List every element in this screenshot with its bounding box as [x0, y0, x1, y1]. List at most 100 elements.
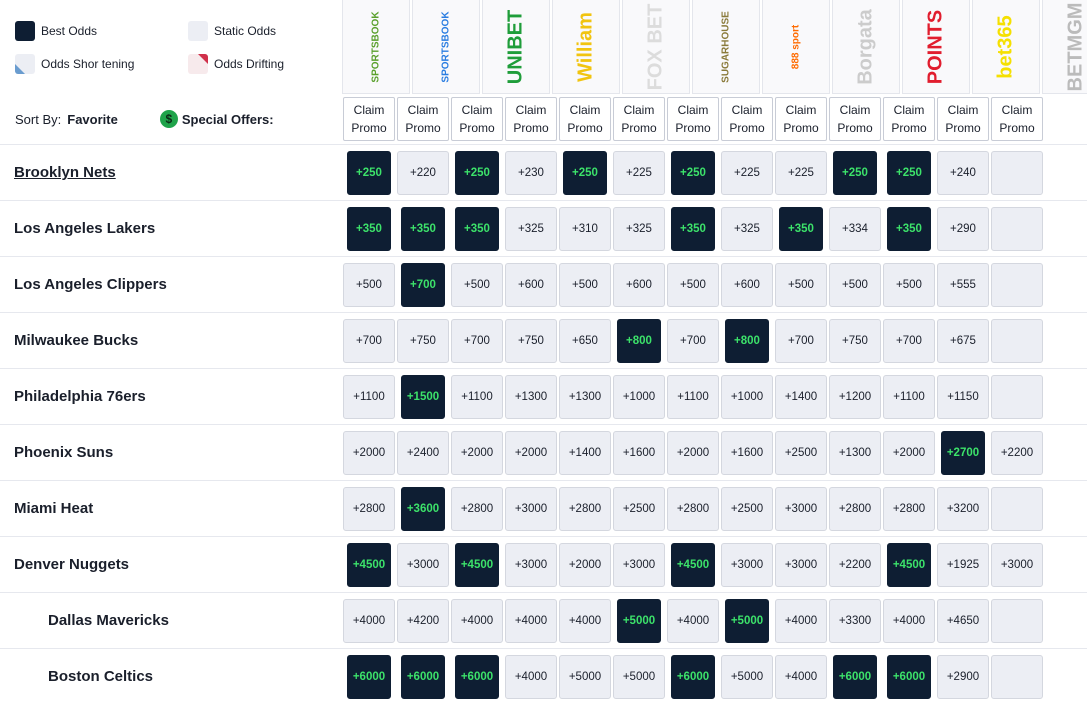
odds-cell[interactable]: +325 — [505, 206, 557, 251]
claim-promo-button[interactable]: Claim Promo — [991, 97, 1043, 141]
claim-promo-button[interactable]: Claim Promo — [451, 97, 503, 141]
claim-promo-button[interactable]: Claim Promo — [775, 97, 827, 141]
odds-cell[interactable] — [991, 486, 1043, 531]
odds-cell[interactable]: +650 — [559, 318, 611, 363]
odds-cell[interactable]: +4000 — [883, 598, 935, 643]
best-odds-cell[interactable]: +350 — [671, 206, 715, 251]
best-odds-cell[interactable]: +250 — [347, 150, 391, 195]
sportsbook-logo[interactable]: BETMGM — [1042, 0, 1087, 94]
best-odds-cell[interactable]: +4500 — [347, 542, 391, 587]
odds-cell[interactable]: +4000 — [451, 598, 503, 643]
odds-cell[interactable]: +1100 — [883, 374, 935, 419]
odds-cell[interactable]: +500 — [829, 262, 881, 307]
odds-cell[interactable]: +3000 — [397, 542, 449, 587]
odds-cell[interactable]: +3000 — [775, 486, 827, 531]
team-name[interactable]: Brooklyn Nets — [0, 164, 343, 181]
odds-cell[interactable] — [991, 150, 1043, 195]
best-odds-cell[interactable]: +350 — [887, 206, 931, 251]
odds-cell[interactable]: +4000 — [505, 654, 557, 699]
odds-cell[interactable]: +3200 — [937, 486, 989, 531]
best-odds-cell[interactable]: +250 — [887, 150, 931, 195]
claim-promo-button[interactable]: Claim Promo — [343, 97, 395, 141]
odds-cell[interactable]: +290 — [937, 206, 989, 251]
odds-cell[interactable] — [991, 318, 1043, 363]
odds-cell[interactable]: +2000 — [883, 430, 935, 475]
claim-promo-button[interactable]: Claim Promo — [397, 97, 449, 141]
best-odds-cell[interactable]: +1500 — [401, 374, 445, 419]
odds-cell[interactable]: +2800 — [883, 486, 935, 531]
best-odds-cell[interactable]: +2700 — [941, 430, 985, 475]
best-odds-cell[interactable]: +800 — [617, 318, 661, 363]
odds-cell[interactable]: +5000 — [721, 654, 773, 699]
sportsbook-logo[interactable]: 888 sport — [762, 0, 830, 94]
odds-cell[interactable]: +700 — [451, 318, 503, 363]
odds-cell[interactable]: +5000 — [559, 654, 611, 699]
odds-cell[interactable]: +4650 — [937, 598, 989, 643]
odds-cell[interactable]: +325 — [613, 206, 665, 251]
odds-cell[interactable]: +1600 — [721, 430, 773, 475]
odds-cell[interactable]: +4000 — [343, 598, 395, 643]
odds-cell[interactable]: +2800 — [829, 486, 881, 531]
odds-cell[interactable] — [991, 206, 1043, 251]
odds-cell[interactable]: +225 — [613, 150, 665, 195]
odds-cell[interactable]: +1925 — [937, 542, 989, 587]
odds-cell[interactable]: +500 — [559, 262, 611, 307]
sportsbook-logo[interactable]: bet365 — [972, 0, 1040, 94]
odds-cell[interactable]: +2000 — [451, 430, 503, 475]
best-odds-cell[interactable]: +250 — [671, 150, 715, 195]
best-odds-cell[interactable]: +5000 — [617, 598, 661, 643]
odds-cell[interactable]: +750 — [829, 318, 881, 363]
odds-cell[interactable]: +555 — [937, 262, 989, 307]
odds-cell[interactable]: +1000 — [613, 374, 665, 419]
odds-cell[interactable]: +2800 — [559, 486, 611, 531]
sportsbook-logo[interactable]: UNIBET — [482, 0, 550, 94]
sportsbook-logo[interactable]: POINTS — [902, 0, 970, 94]
odds-cell[interactable]: +325 — [721, 206, 773, 251]
odds-cell[interactable]: +230 — [505, 150, 557, 195]
odds-cell[interactable]: +1400 — [775, 374, 827, 419]
odds-cell[interactable]: +5000 — [613, 654, 665, 699]
odds-cell[interactable]: +4000 — [559, 598, 611, 643]
odds-cell[interactable]: +600 — [505, 262, 557, 307]
odds-cell[interactable]: +2800 — [451, 486, 503, 531]
claim-promo-button[interactable]: Claim Promo — [937, 97, 989, 141]
odds-cell[interactable]: +750 — [505, 318, 557, 363]
odds-cell[interactable]: +4000 — [775, 598, 827, 643]
odds-cell[interactable]: +500 — [343, 262, 395, 307]
best-odds-cell[interactable]: +4500 — [887, 542, 931, 587]
claim-promo-button[interactable]: Claim Promo — [829, 97, 881, 141]
best-odds-cell[interactable]: +250 — [563, 150, 607, 195]
best-odds-cell[interactable]: +5000 — [725, 598, 769, 643]
odds-cell[interactable]: +2200 — [829, 542, 881, 587]
claim-promo-button[interactable]: Claim Promo — [667, 97, 719, 141]
odds-cell[interactable] — [991, 374, 1043, 419]
claim-promo-button[interactable]: Claim Promo — [883, 97, 935, 141]
claim-promo-button[interactable]: Claim Promo — [721, 97, 773, 141]
odds-cell[interactable]: +4000 — [775, 654, 827, 699]
odds-cell[interactable]: +2200 — [991, 430, 1043, 475]
odds-cell[interactable]: +2000 — [559, 542, 611, 587]
claim-promo-button[interactable]: Claim Promo — [559, 97, 611, 141]
odds-cell[interactable]: +1300 — [505, 374, 557, 419]
best-odds-cell[interactable]: +250 — [455, 150, 499, 195]
odds-cell[interactable]: +2500 — [775, 430, 827, 475]
odds-cell[interactable]: +500 — [667, 262, 719, 307]
best-odds-cell[interactable]: +250 — [833, 150, 877, 195]
odds-cell[interactable]: +3000 — [613, 542, 665, 587]
best-odds-cell[interactable]: +4500 — [671, 542, 715, 587]
odds-cell[interactable]: +1000 — [721, 374, 773, 419]
odds-cell[interactable]: +750 — [397, 318, 449, 363]
odds-cell[interactable] — [991, 262, 1043, 307]
odds-cell[interactable]: +1600 — [613, 430, 665, 475]
best-odds-cell[interactable]: +350 — [779, 206, 823, 251]
best-odds-cell[interactable]: +6000 — [833, 654, 877, 699]
claim-promo-button[interactable]: Claim Promo — [613, 97, 665, 141]
odds-cell[interactable]: +1100 — [343, 374, 395, 419]
odds-cell[interactable]: +310 — [559, 206, 611, 251]
odds-cell[interactable]: +334 — [829, 206, 881, 251]
odds-cell[interactable]: +2800 — [667, 486, 719, 531]
odds-cell[interactable]: +675 — [937, 318, 989, 363]
odds-cell[interactable]: +600 — [721, 262, 773, 307]
best-odds-cell[interactable]: +350 — [347, 206, 391, 251]
sort-by-dropdown[interactable]: Favorite — [67, 112, 118, 127]
